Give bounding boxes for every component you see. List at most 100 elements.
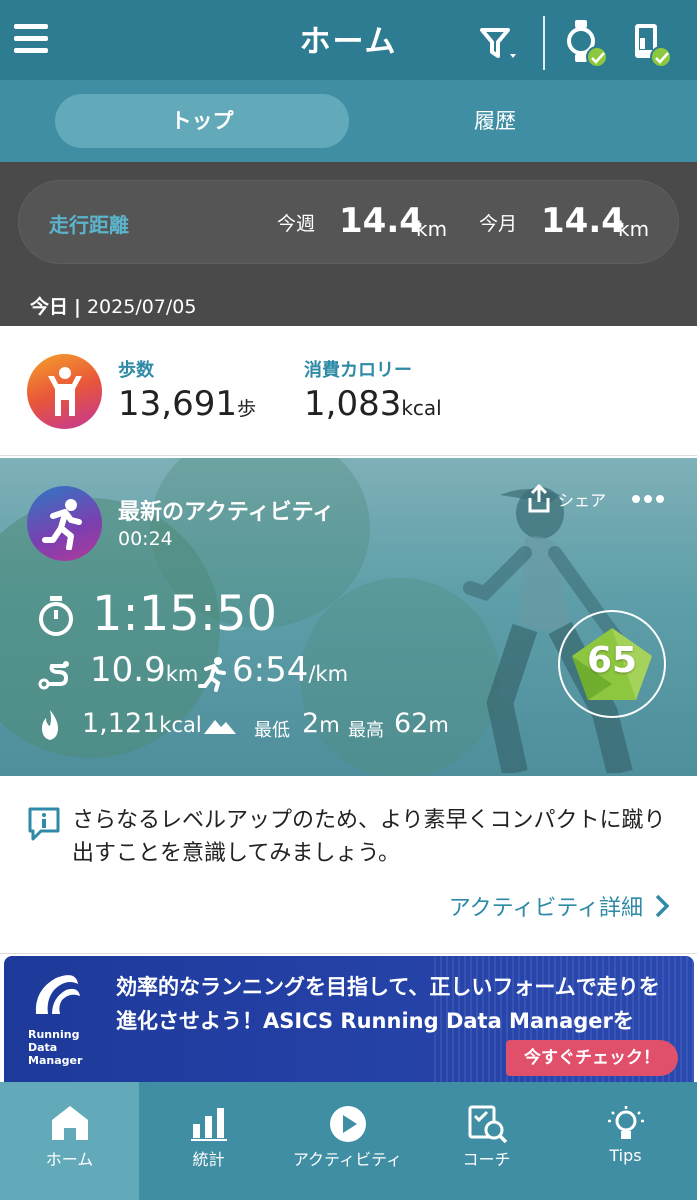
steps-label: 歩数 — [118, 360, 154, 381]
nav-coach-label: コーチ — [462, 1150, 511, 1169]
person-icon — [48, 367, 82, 416]
promo-banner[interactable]: Running Data Manager 効率的なランニングを目指して、正しいフ… — [4, 956, 694, 1082]
calories-value-row: 1,083kcal — [304, 384, 442, 424]
header-divider — [543, 16, 545, 70]
elevation-icon — [204, 720, 236, 734]
more-dot-icon — [644, 495, 652, 503]
tab-top[interactable]: トップ — [55, 94, 349, 148]
nav-stats-label: 統計 — [192, 1150, 225, 1169]
app-header: ホーム — [0, 0, 697, 80]
this-week-label: 今週 — [277, 213, 316, 235]
info-icon — [28, 807, 60, 841]
elevation-min-label: 最低 — [254, 720, 290, 741]
elevation-min-row: 2m — [302, 708, 340, 739]
asics-logo-icon — [35, 975, 80, 1014]
activity-start-time: 00:24 — [118, 528, 173, 550]
this-week-unit: km — [416, 217, 448, 241]
pace-runner-icon — [198, 657, 226, 692]
activity-score-badge[interactable]: 65 — [558, 610, 666, 718]
calories-label: 消費カロリー — [304, 360, 412, 381]
steps-avatar — [27, 354, 102, 429]
running-icon — [42, 499, 82, 550]
activity-distance: 10.9 — [90, 650, 166, 690]
elevation-min-value: 2 — [302, 708, 320, 739]
route-icon — [38, 661, 69, 690]
nav-coach[interactable]: コーチ — [417, 1082, 556, 1200]
distance-summary-card[interactable]: 走行距離 今週 14.4 km 今月 14.4 km — [18, 180, 679, 264]
chevron-right-icon — [655, 894, 670, 918]
lightbulb-icon — [607, 1106, 644, 1139]
share-button[interactable]: シェア — [526, 483, 606, 516]
calories-value: 1,083 — [304, 384, 402, 424]
activity-distance-row: 10.9km — [90, 650, 198, 690]
nav-home-label: ホーム — [45, 1150, 94, 1169]
daily-summary[interactable]: 歩数 13,691歩 消費カロリー 1,083kcal — [0, 326, 697, 456]
activity-pace: 6:54 — [232, 650, 309, 690]
today-date: 2025/07/05 — [86, 296, 197, 318]
latest-activity-card[interactable]: 最新のアクティビティ 00:24 シェア 1:15:50 10.9km 6:54… — [0, 458, 697, 776]
filter-button[interactable] — [478, 24, 522, 64]
banner-logo-line: Manager — [28, 1054, 83, 1067]
activity-distance-unit: km — [165, 662, 199, 686]
banner-logo-line: Running — [28, 1028, 80, 1041]
calories-unit: kcal — [401, 396, 442, 420]
activity-score: 65 — [586, 640, 638, 681]
today-label: 今日 — [30, 296, 69, 318]
play-icon — [329, 1106, 366, 1142]
bottom-navigation: ホーム 統計 アクティビティ コーチ Tips — [0, 1082, 697, 1200]
tab-bar: トップ 履歴 — [0, 80, 697, 162]
elevation-max-label: 最高 — [348, 720, 384, 741]
activity-duration: 1:15:50 — [92, 586, 278, 642]
this-month-unit: km — [618, 217, 650, 241]
more-options-button[interactable] — [632, 488, 668, 514]
flame-icon — [42, 710, 58, 740]
activity-title: 最新のアクティビティ — [118, 500, 335, 525]
nav-stats[interactable]: 統計 — [139, 1082, 278, 1200]
activity-calories-row: 1,121kcal — [82, 708, 202, 739]
phone-device-button[interactable] — [626, 18, 676, 72]
elevation-max-value: 62 — [394, 708, 429, 739]
elevation-max-unit: m — [428, 713, 449, 737]
more-dot-icon — [632, 495, 640, 503]
more-dot-icon — [656, 495, 664, 503]
filter-icon — [480, 28, 516, 58]
connected-check-icon — [650, 46, 672, 68]
distance-label: 走行距離 — [49, 213, 129, 237]
steps-value: 13,691 — [118, 384, 237, 424]
activity-pace-row: 6:54/km — [232, 650, 348, 690]
steps-unit: 歩 — [236, 398, 256, 420]
bar-chart-icon — [190, 1108, 227, 1141]
advice-section: さらなるレベルアップのため、より素早くコンパクトに蹴り出すことを意識してみましょ… — [0, 776, 697, 954]
home-icon — [51, 1106, 88, 1140]
activity-detail-link[interactable]: アクティビティ詳細 — [449, 890, 670, 922]
nav-tips-label: Tips — [609, 1146, 642, 1165]
share-icon — [528, 483, 550, 513]
distance-section: 走行距離 今週 14.4 km 今月 14.4 km 今日 | 2025/07/05 — [0, 162, 697, 326]
advice-text: さらなるレベルアップのため、より素早くコンパクトに蹴り出すことを意識してみましょ… — [72, 808, 666, 866]
nav-activity[interactable]: アクティビティ — [278, 1082, 417, 1200]
this-month-label: 今月 — [479, 213, 518, 235]
stopwatch-icon — [39, 596, 73, 636]
activity-calories: 1,121 — [82, 708, 160, 739]
nav-activity-label: アクティビティ — [292, 1150, 403, 1169]
elevation-min-unit: m — [319, 713, 340, 737]
today-date-row: 今日 | 2025/07/05 — [30, 292, 196, 319]
nav-tips[interactable]: Tips — [556, 1082, 695, 1200]
check-now-button[interactable]: 今すぐチェック！ — [506, 1040, 678, 1076]
elevation-max-row: 62m — [394, 708, 449, 739]
banner-logo-text: Running Data Manager — [28, 1028, 82, 1067]
this-month-distance: 14.4 — [541, 201, 625, 241]
steps-value-row: 13,691歩 — [118, 384, 256, 424]
date-separator: | — [74, 296, 81, 318]
nav-home[interactable]: ホーム — [0, 1082, 139, 1200]
watch-device-button[interactable] — [562, 18, 612, 72]
activity-pace-unit: /km — [308, 662, 349, 686]
coach-icon — [468, 1105, 507, 1144]
connected-check-icon — [586, 46, 608, 68]
banner-text: 効率的なランニングを目指して、正しいフォームで走りを進化させよう！ASICS R… — [116, 975, 660, 1033]
activity-type-icon — [27, 486, 102, 561]
this-week-distance: 14.4 — [339, 201, 423, 241]
tab-history[interactable]: 履歴 — [380, 94, 610, 148]
activity-calories-unit: kcal — [159, 713, 202, 737]
banner-logo-line: Data — [28, 1041, 58, 1054]
